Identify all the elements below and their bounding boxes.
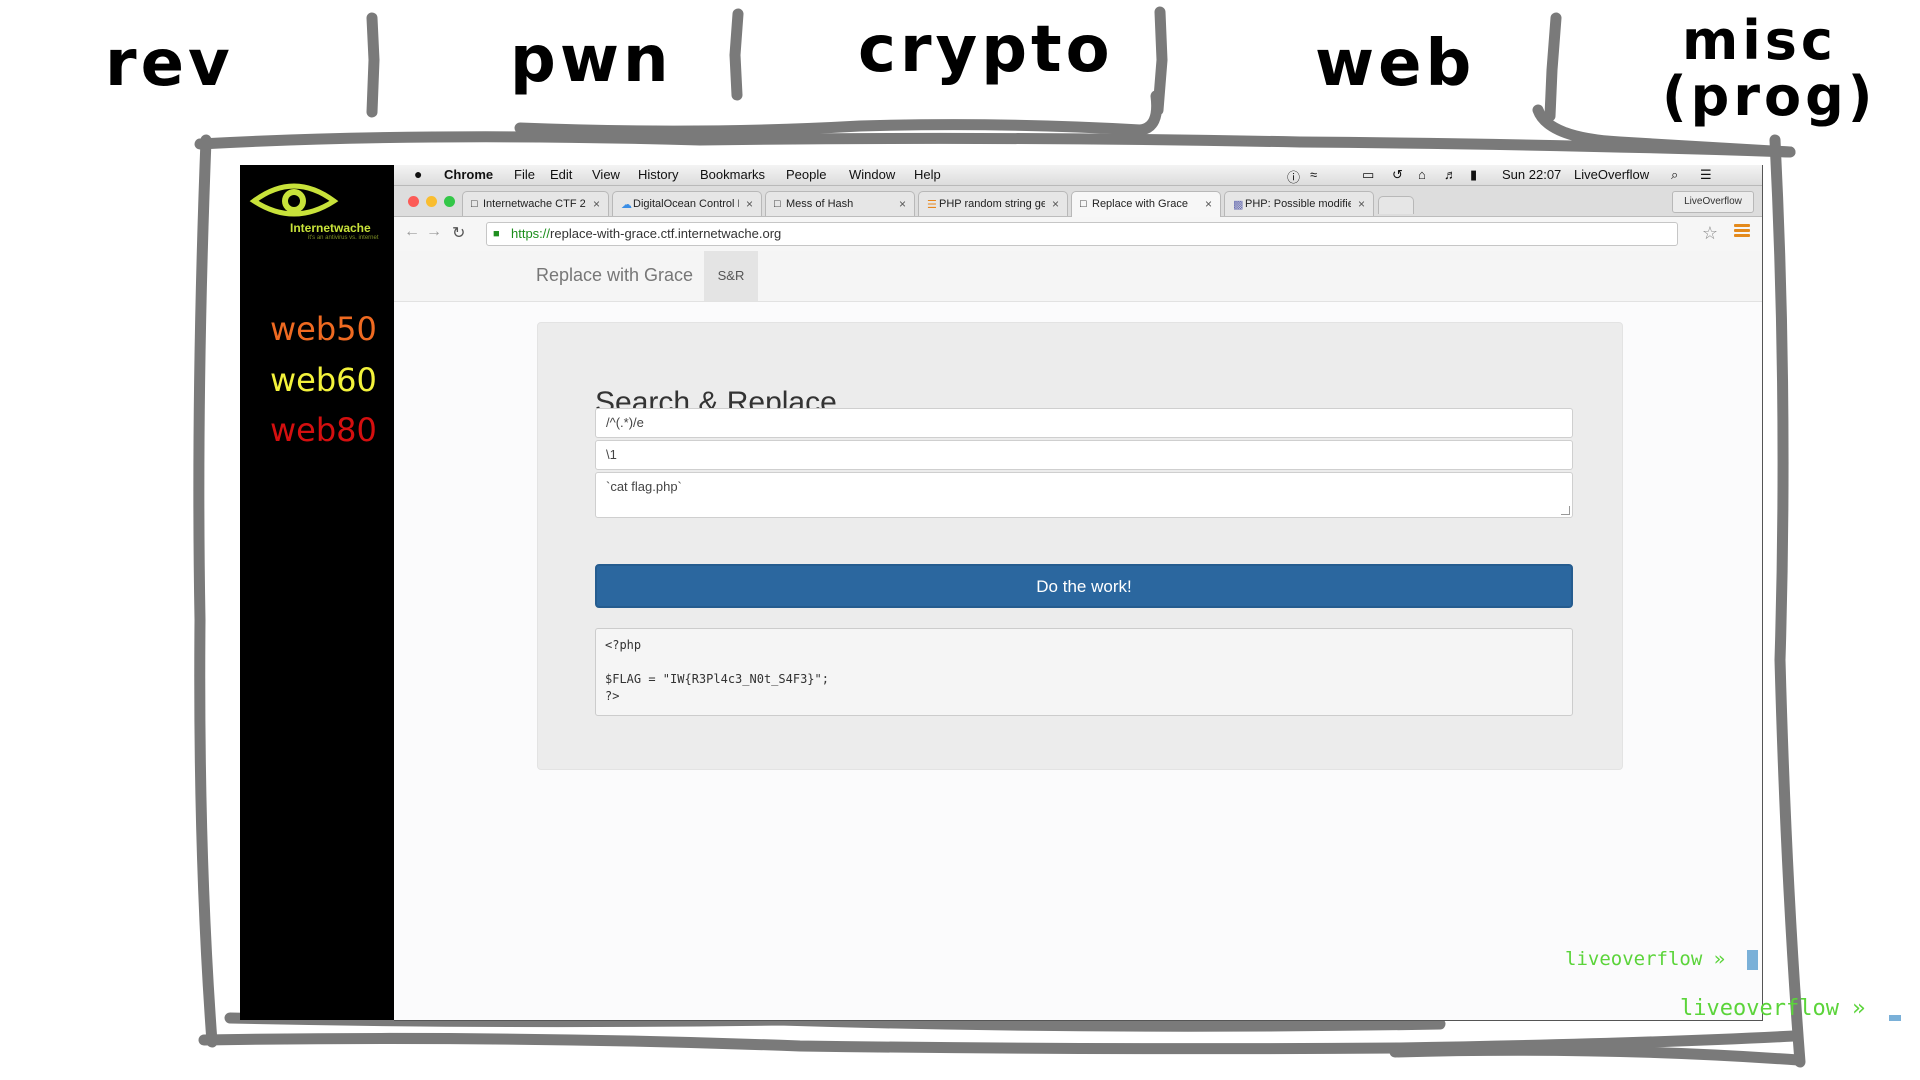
challenge-sidebar: Internetwache it's an antivirus vs. inte… [240,165,394,1020]
menu-history[interactable]: History [638,167,678,182]
logo-text: Internetwache [290,221,371,235]
resize-handle[interactable] [1561,506,1570,515]
apple-icon[interactable]: ● [414,166,422,182]
tab-label: PHP: Possible modifiers in [1245,198,1351,210]
level-web60[interactable]: web60 [270,361,377,399]
dropbox-icon[interactable]: ≈ [1310,167,1317,182]
window-close-button[interactable] [408,196,419,207]
forward-arrow-icon[interactable]: → [426,223,442,241]
do-the-work-button[interactable]: Do the work! [595,564,1573,608]
category-label-pwn: pwn [510,23,673,97]
airplay-icon[interactable]: ▭ [1362,167,1374,183]
browser-tabstrip: □ Internetwache CTF 2016 × ☁ DigitalOcea… [394,186,1762,217]
notification-center-icon[interactable]: ☰ [1700,167,1712,183]
menubar-clock[interactable]: Sun 22:07 [1502,167,1561,182]
battery-icon[interactable]: ▮ [1470,167,1477,183]
search-replace-panel: Search & Replace /^(.*)/e \1 `cat flag.p… [537,322,1623,770]
menu-people[interactable]: People [786,167,826,182]
output-line: $FLAG = "IW{R3Pl4c3_N0t_S4F3}"; [605,672,829,686]
category-label-crypto: crypto [858,13,1114,87]
onepassword-icon[interactable]: ⓘ [1287,167,1300,186]
browser-toolbar: ← → ↻ ■ https://replace-with-grace.ctf.i… [394,217,1762,252]
back-arrow-icon[interactable]: ← [404,223,420,241]
nav-link-sr[interactable]: S&R [704,251,758,301]
tab-internetwache-ctf[interactable]: □ Internetwache CTF 2016 × [462,191,609,216]
category-label-misc: misc [1682,9,1837,72]
terminal-cursor [1746,949,1758,970]
menu-edit[interactable]: Edit [550,167,572,182]
content-text: `cat flag.php` [606,479,682,494]
reload-icon[interactable]: ↻ [452,223,465,243]
terminal-prompt-text: liveoverflow » [1680,996,1866,1021]
category-label-web: web [1315,27,1476,101]
php-icon: ▩ [1233,199,1244,211]
so-icon: ☰ [927,199,937,211]
macos-menubar: ● Chrome File Edit View History Bookmark… [394,165,1762,186]
tab-close-icon[interactable]: × [899,197,906,211]
terminal-prompt[interactable]: liveoverflow » [1565,948,1758,970]
content-textarea[interactable]: `cat flag.php` [595,472,1573,518]
address-url: https://replace-with-grace.ctf.internetw… [511,223,781,245]
menu-file[interactable]: File [514,167,535,182]
output-line: <?php [605,638,642,652]
tab-php-random-string[interactable]: ☰ PHP random string generat × [918,191,1068,216]
tab-mess-of-hash[interactable]: □ Mess of Hash × [765,191,915,216]
category-label-rev: rev [105,27,234,101]
menu-bookmarks[interactable]: Bookmarks [700,167,765,182]
time-machine-icon[interactable]: ↺ [1392,167,1403,183]
menu-view[interactable]: View [592,167,620,182]
tab-digitalocean[interactable]: ☁ DigitalOcean Control Panel × [612,191,762,216]
page-icon: □ [471,198,478,210]
bookmark-star-icon[interactable]: ☆ [1702,223,1718,244]
logo-subtext: it's an antivirus vs. internet [308,235,379,241]
browser-screen: ● Chrome File Edit View History Bookmark… [394,165,1763,1021]
terminal-cursor [1888,1015,1901,1021]
volume-icon[interactable]: ♬ [1444,167,1457,182]
page-icon: □ [1080,198,1087,210]
cloud-icon: ☁ [621,199,632,211]
menu-help[interactable]: Help [914,167,941,182]
tab-label: Internetwache CTF 2016 [483,198,586,210]
chrome-menu-icon[interactable] [1734,224,1750,238]
tab-label: Mess of Hash [786,198,854,210]
menu-app-chrome[interactable]: Chrome [444,167,493,182]
url-protocol: https:// [511,226,551,241]
level-web80[interactable]: web80 [270,411,377,449]
profile-button[interactable]: LiveOverflow [1672,191,1754,213]
tab-close-icon[interactable]: × [746,197,753,211]
category-label-prog: (prog) [1662,65,1877,128]
tab-close-icon[interactable]: × [1205,197,1212,211]
tab-label: Replace with Grace [1092,198,1188,210]
tab-close-icon[interactable]: × [1052,197,1059,211]
wifi-icon[interactable]: ⌂ [1418,167,1426,182]
tab-php-modifiers[interactable]: ▩ PHP: Possible modifiers in × [1224,191,1374,216]
terminal-prompt-text: liveoverflow » [1565,948,1726,970]
menubar-user[interactable]: LiveOverflow [1574,167,1649,182]
address-bar[interactable]: ■ https://replace-with-grace.ctf.interne… [486,222,1678,246]
replace-input[interactable]: \1 [595,440,1573,470]
search-input[interactable]: /^(.*)/e [595,408,1573,438]
tab-label: DigitalOcean Control Panel [633,198,739,210]
level-web50[interactable]: web50 [270,310,377,348]
terminal-prompt-secondary[interactable]: liveoverflow » [1680,996,1901,1021]
window-zoom-button[interactable] [444,196,455,207]
page-icon: □ [774,198,781,210]
url-host: replace-with-grace.ctf.internetwache.org [550,226,782,241]
output-line: ?> [605,689,620,703]
tab-close-icon[interactable]: × [1358,197,1365,211]
spotlight-search-icon[interactable]: ⌕ [1671,167,1678,183]
tab-replace-with-grace[interactable]: □ Replace with Grace × [1071,191,1221,217]
site-brand[interactable]: Replace with Grace [536,265,693,286]
tab-label: PHP random string generat [939,198,1045,210]
new-tab-button[interactable] [1378,196,1414,214]
tab-close-icon[interactable]: × [593,197,600,211]
site-navbar: Replace with Grace S&R [394,251,1762,302]
result-output: <?php $FLAG = "IW{R3Pl4c3_N0t_S4F3}"; ?> [595,628,1573,716]
menu-window[interactable]: Window [849,167,895,182]
lock-icon: ■ [493,228,500,240]
window-minimize-button[interactable] [426,196,437,207]
